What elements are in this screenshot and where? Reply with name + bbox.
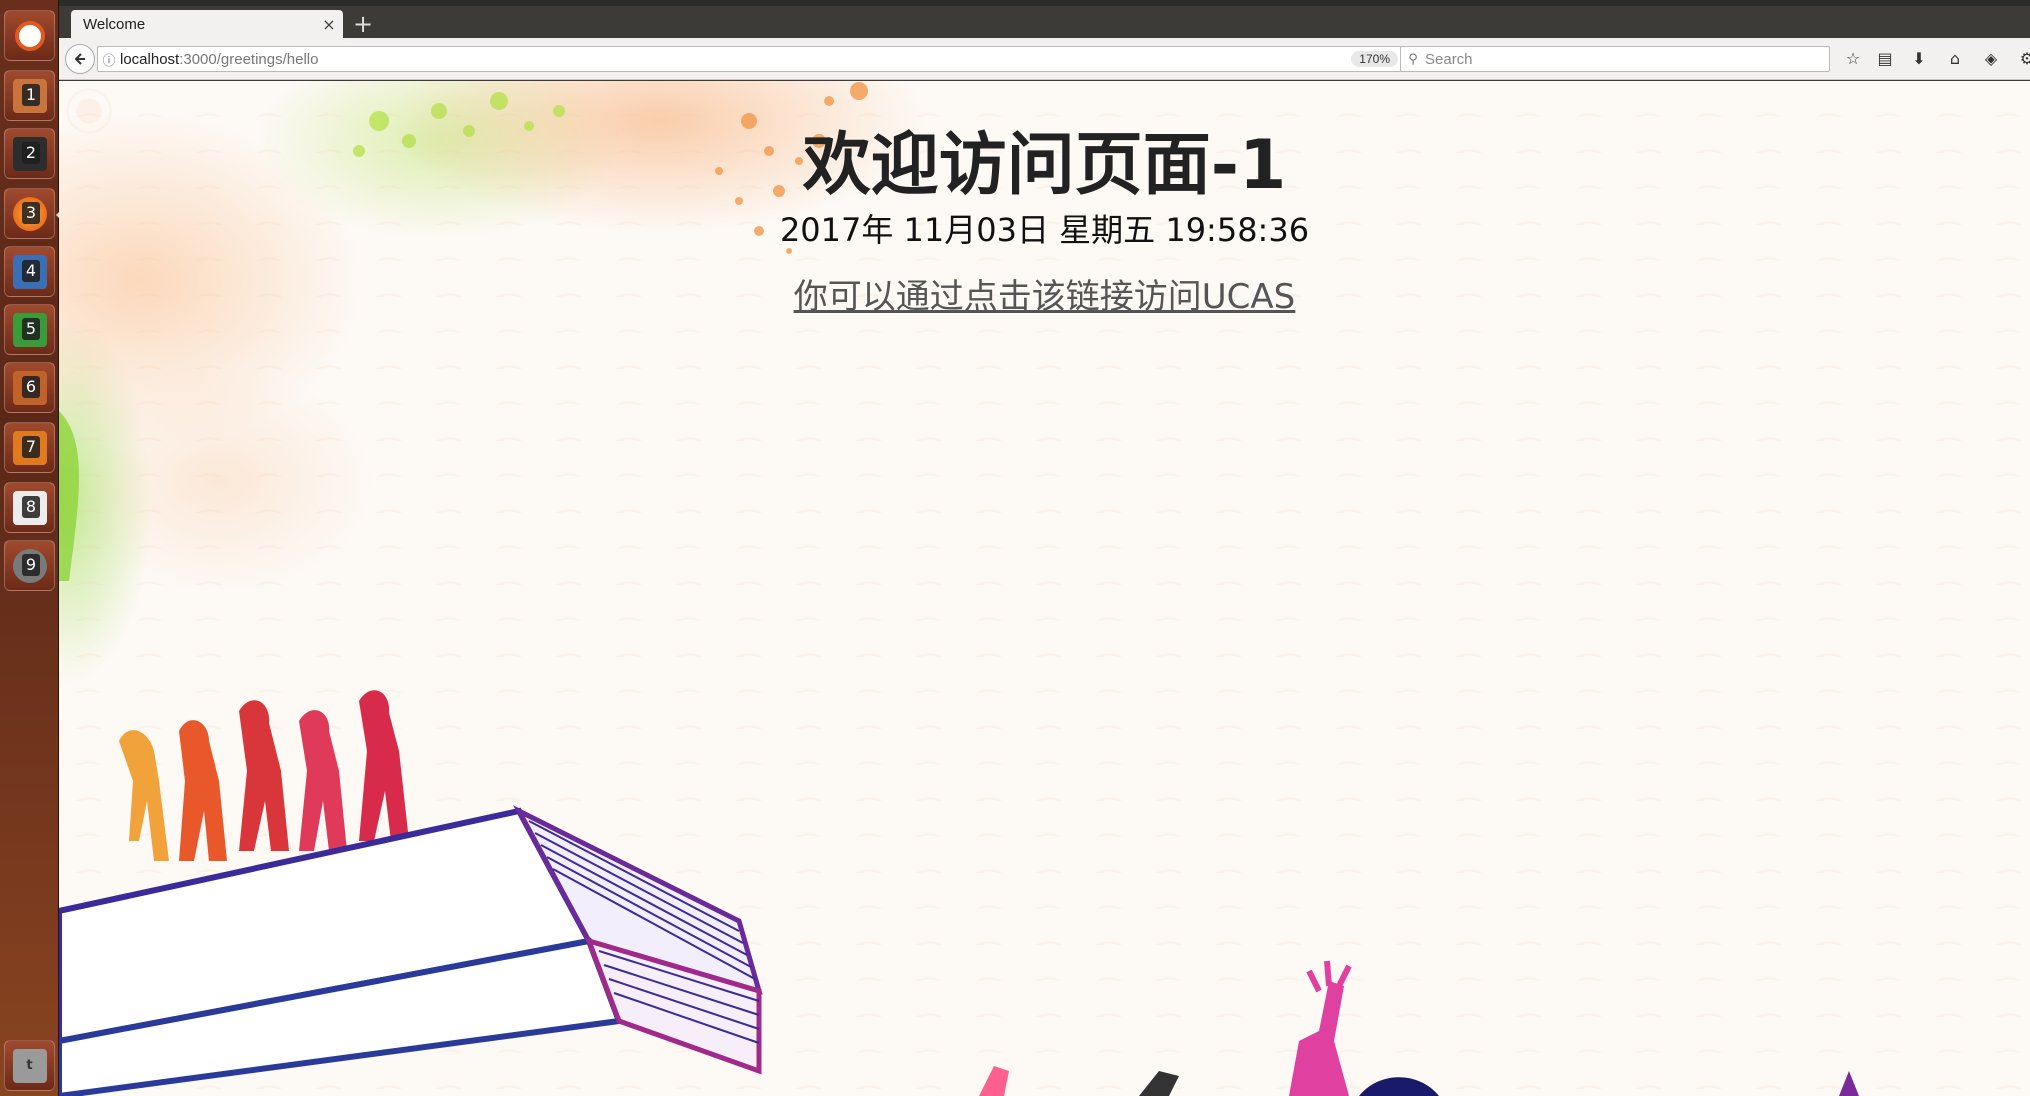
new-tab-button[interactable]: + bbox=[349, 12, 377, 38]
site-info-icon[interactable]: ⓘ bbox=[98, 50, 120, 69]
search-input[interactable] bbox=[1425, 50, 1829, 68]
launcher-number: 8 bbox=[22, 496, 40, 518]
bookmark-star-icon[interactable]: ☆ bbox=[1842, 48, 1864, 70]
launcher-item-impress[interactable]: 6 bbox=[4, 362, 55, 413]
url-bar[interactable]: ⓘ localhost:3000/greetings/hello 170% ⟳ bbox=[97, 46, 1437, 72]
launcher-number: 9 bbox=[22, 554, 40, 576]
launcher-item-terminal[interactable]: 2 bbox=[4, 128, 55, 179]
home-icon[interactable]: ⌂ bbox=[1944, 48, 1966, 70]
downloads-icon[interactable]: ⬇ bbox=[1908, 48, 1930, 70]
ucas-link-text[interactable]: 你可以通过点击该链接访问UCAS bbox=[794, 277, 1295, 317]
launcher-item-writer[interactable]: 4 bbox=[4, 246, 55, 297]
launcher-item-amazon[interactable]: 8 bbox=[4, 482, 55, 533]
url-text[interactable]: localhost:3000/greetings/hello bbox=[120, 51, 1351, 68]
url-host: localhost bbox=[120, 50, 180, 68]
search-bar[interactable]: ⚲ bbox=[1400, 46, 1830, 72]
tab-welcome[interactable]: Welcome × bbox=[71, 10, 343, 38]
url-path: :3000/greetings/hello bbox=[179, 50, 319, 68]
launcher-number: 4 bbox=[22, 260, 40, 282]
tab-strip: Welcome × + bbox=[59, 6, 2030, 38]
pocket-icon[interactable]: ◈ bbox=[1980, 48, 2002, 70]
launcher-item-system-settings[interactable]: 9 bbox=[4, 540, 55, 591]
page-heading: 欢迎访问页面-1 bbox=[802, 126, 1287, 205]
launcher-number: 3 bbox=[22, 202, 40, 224]
zoom-level-badge[interactable]: 170% bbox=[1351, 51, 1398, 67]
ubuntu-dash-icon[interactable] bbox=[4, 10, 55, 61]
launcher-number: 7 bbox=[22, 436, 40, 458]
launcher-item-calc[interactable]: 5 bbox=[4, 304, 55, 355]
launcher-item-trash[interactable]: t bbox=[4, 1040, 55, 1091]
back-arrow-icon bbox=[74, 53, 85, 65]
search-icon: ⚲ bbox=[1408, 51, 1418, 67]
launcher-item-software-center[interactable]: 7 bbox=[4, 422, 55, 473]
bookmarks-list-icon[interactable]: ▤ bbox=[1874, 48, 1896, 70]
extension-icon[interactable]: ⚙ bbox=[2016, 48, 2030, 70]
launcher-item-files[interactable]: 1 bbox=[4, 70, 55, 121]
trash-icon: t bbox=[12, 1048, 47, 1083]
launcher-item-firefox[interactable]: 3 bbox=[4, 188, 55, 239]
page-content: 欢迎访问页面-1 2017年 11月03日 星期五 19:58:36 你可以通过… bbox=[59, 81, 2030, 1096]
close-tab-icon[interactable]: × bbox=[315, 15, 343, 34]
tab-title: Welcome bbox=[83, 15, 146, 33]
launcher-number: 5 bbox=[22, 318, 40, 340]
navigation-toolbar: ⓘ localhost:3000/greetings/hello 170% ⟳ … bbox=[59, 38, 2030, 80]
launcher-number: 6 bbox=[22, 376, 40, 398]
launcher-number: 1 bbox=[22, 84, 40, 106]
launcher-number: 2 bbox=[22, 142, 40, 164]
ubuntu-logo-icon bbox=[14, 20, 45, 51]
back-button[interactable] bbox=[65, 44, 95, 74]
date-time-text: 2017年 11月03日 星期五 19:58:36 bbox=[779, 211, 1310, 249]
ucas-link[interactable]: 你可以通过点击该链接访问UCAS bbox=[59, 269, 2030, 318]
ubuntu-launcher: 1 2 3 4 5 6 7 8 9 t bbox=[0, 0, 61, 1096]
